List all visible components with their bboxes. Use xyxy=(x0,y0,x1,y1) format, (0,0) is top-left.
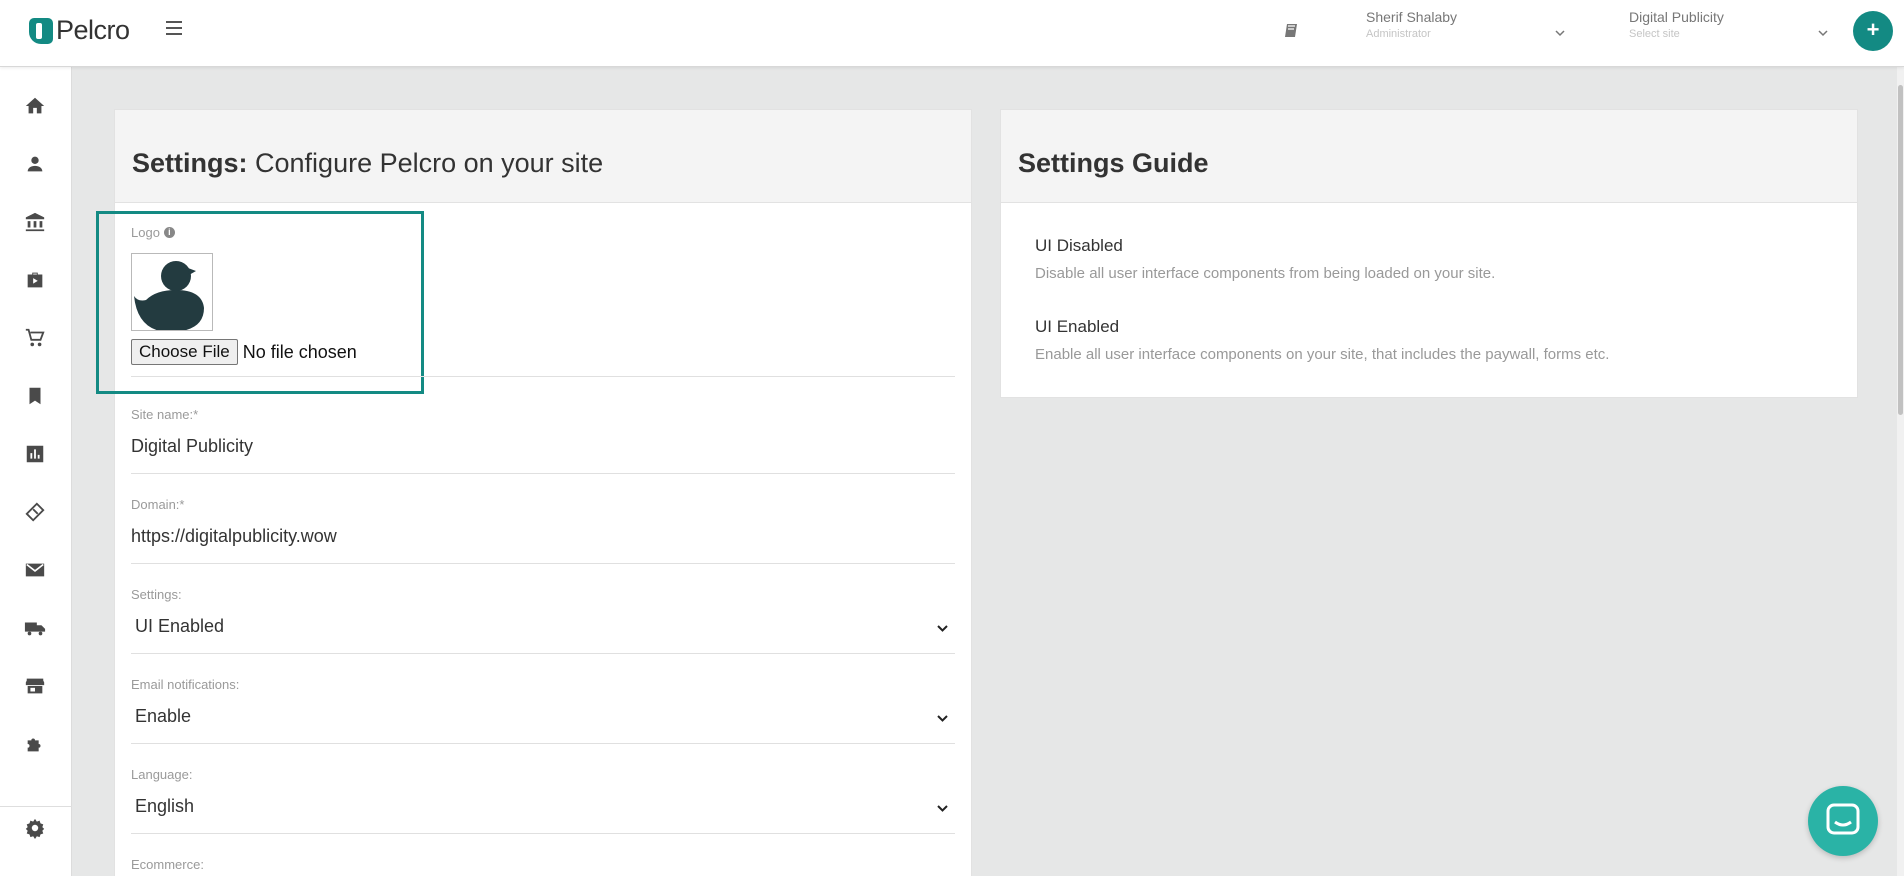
settings-panel-header: Settings: Configure Pelcro on your site xyxy=(115,110,971,203)
duck-logo xyxy=(134,261,204,330)
pelcro-logo[interactable]: Pelcro xyxy=(29,15,130,46)
menu-icon[interactable] xyxy=(166,21,182,35)
settings-panel: Settings: Configure Pelcro on your site … xyxy=(96,109,972,876)
add-button[interactable]: + xyxy=(1853,11,1893,51)
language-select[interactable]: English xyxy=(131,796,955,817)
ticket-icon[interactable] xyxy=(24,501,48,525)
home-icon[interactable] xyxy=(24,95,48,119)
chevron-down-icon xyxy=(937,715,948,722)
user-menu[interactable]: Sherif Shalaby Administrator xyxy=(1366,9,1566,49)
logo-preview-image xyxy=(131,253,213,331)
domain-input[interactable]: https://digitalpublicity.wow xyxy=(131,526,955,547)
pelcro-logo-mark xyxy=(29,17,53,44)
guide-item-ui-enabled: UI Enabled Enable all user interface com… xyxy=(1035,317,1610,363)
guide-title: Settings Guide xyxy=(1018,148,1209,178)
settings-select[interactable]: UI Enabled xyxy=(131,616,955,637)
guide-item-ui-disabled: UI Disabled Disable all user interface c… xyxy=(1035,236,1496,282)
bank-icon[interactable] xyxy=(24,211,48,235)
cart-icon[interactable] xyxy=(24,327,48,351)
language-field[interactable]: Language: English xyxy=(131,767,955,834)
site-selector[interactable]: Digital Publicity Select site xyxy=(1629,9,1829,49)
store-icon[interactable] xyxy=(24,675,48,699)
gear-icon[interactable] xyxy=(24,817,48,841)
settings-guide-panel: Settings Guide UI Disabled Disable all u… xyxy=(1000,109,1858,398)
domain-field[interactable]: Domain:* https://digitalpublicity.wow xyxy=(131,497,955,564)
chevron-down-icon xyxy=(1818,30,1828,37)
user-name: Sherif Shalaby xyxy=(1366,9,1458,25)
truck-icon[interactable] xyxy=(24,617,48,641)
site-name-input[interactable]: Digital Publicity xyxy=(131,436,955,457)
top-header: Pelcro Sherif Shalaby Administrator Digi… xyxy=(0,0,1904,67)
user-icon[interactable] xyxy=(24,153,48,177)
settings-field[interactable]: Settings: UI Enabled xyxy=(131,587,955,654)
logo-label: Logo i xyxy=(131,225,175,240)
site-name-field[interactable]: Site name:* Digital Publicity xyxy=(131,407,955,474)
ecommerce-field[interactable]: Ecommerce: xyxy=(131,857,955,876)
email-notifications-select[interactable]: Enable xyxy=(131,706,955,727)
chevron-down-icon xyxy=(937,625,948,632)
info-icon[interactable]: i xyxy=(163,227,175,238)
briefcase-play-icon[interactable] xyxy=(24,269,48,293)
chat-icon xyxy=(1826,803,1860,835)
mail-icon[interactable] xyxy=(24,559,48,583)
file-upload-row: Choose File No file chosen xyxy=(131,339,357,365)
guide-panel-header: Settings Guide xyxy=(1001,110,1857,203)
email-notifications-field[interactable]: Email notifications: Enable xyxy=(131,677,955,744)
page-scrollbar-thumb[interactable] xyxy=(1898,85,1903,415)
chart-icon[interactable] xyxy=(24,443,48,467)
logo-separator xyxy=(131,376,955,377)
chevron-down-icon xyxy=(937,805,948,812)
puzzle-icon[interactable] xyxy=(24,733,48,757)
sidebar xyxy=(0,67,72,876)
chevron-down-icon xyxy=(1555,30,1565,37)
site-placeholder: Select site xyxy=(1629,28,1680,40)
chat-launcher-button[interactable] xyxy=(1808,786,1878,856)
bookmark-icon[interactable] xyxy=(24,385,48,409)
book-icon[interactable] xyxy=(1284,22,1300,40)
sidebar-divider xyxy=(0,806,72,807)
file-status: No file chosen xyxy=(242,341,357,362)
choose-file-button[interactable]: Choose File xyxy=(131,339,238,365)
page-title: Settings: Configure Pelcro on your site xyxy=(132,148,604,178)
user-role: Administrator xyxy=(1366,28,1431,40)
site-name: Digital Publicity xyxy=(1629,9,1724,25)
brand-name: Pelcro xyxy=(56,15,130,45)
